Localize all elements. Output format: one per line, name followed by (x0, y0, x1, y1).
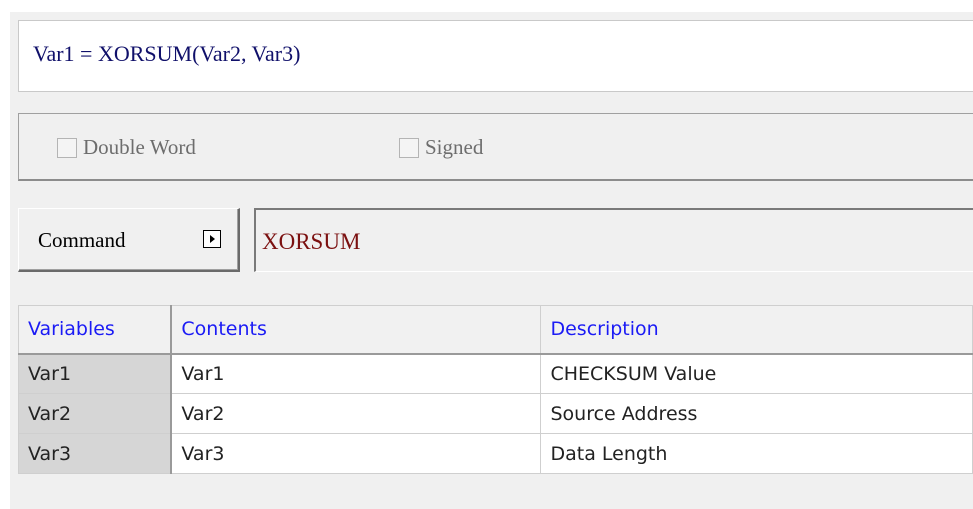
column-header-contents[interactable]: Contents (170, 305, 542, 355)
description-cell[interactable]: CHECKSUM Value (540, 353, 973, 394)
double-word-label: Double Word (83, 135, 196, 159)
options-group: Double Word Signed (18, 113, 973, 181)
command-field: XORSUM (254, 208, 973, 272)
description-cell[interactable]: Data Length (540, 433, 973, 474)
command-value: XORSUM (262, 229, 361, 254)
variable-cell[interactable]: Var1 (18, 353, 173, 394)
variable-cell[interactable]: Var2 (18, 393, 173, 434)
formula-display: Var1 = XORSUM(Var2, Var3) (18, 20, 973, 92)
table-row[interactable]: Var1 Var1 CHECKSUM Value (18, 353, 973, 394)
variables-table: Variables Contents Description Var1 Var1… (18, 305, 973, 474)
table-row[interactable]: Var2 Var2 Source Address (18, 393, 973, 434)
chevron-right-icon (203, 230, 221, 248)
column-header-description[interactable]: Description (540, 305, 973, 355)
signed-checkbox[interactable] (399, 137, 419, 158)
double-word-checkbox[interactable] (57, 137, 77, 158)
contents-cell[interactable]: Var3 (170, 433, 542, 474)
table-row[interactable]: Var3 Var3 Data Length (18, 433, 973, 474)
variable-cell[interactable]: Var3 (18, 433, 173, 474)
command-button[interactable]: Command (18, 208, 240, 272)
contents-cell[interactable]: Var1 (170, 353, 542, 394)
command-button-label: Command (38, 228, 126, 252)
column-header-variables[interactable]: Variables (18, 305, 173, 355)
table-header-row: Variables Contents Description (18, 305, 973, 355)
formula-text: Var1 = XORSUM(Var2, Var3) (33, 41, 301, 66)
contents-cell[interactable]: Var2 (170, 393, 542, 434)
signed-option[interactable]: Signed (399, 135, 483, 160)
signed-label: Signed (425, 135, 484, 159)
double-word-option[interactable]: Double Word (57, 135, 196, 160)
description-cell[interactable]: Source Address (540, 393, 973, 434)
